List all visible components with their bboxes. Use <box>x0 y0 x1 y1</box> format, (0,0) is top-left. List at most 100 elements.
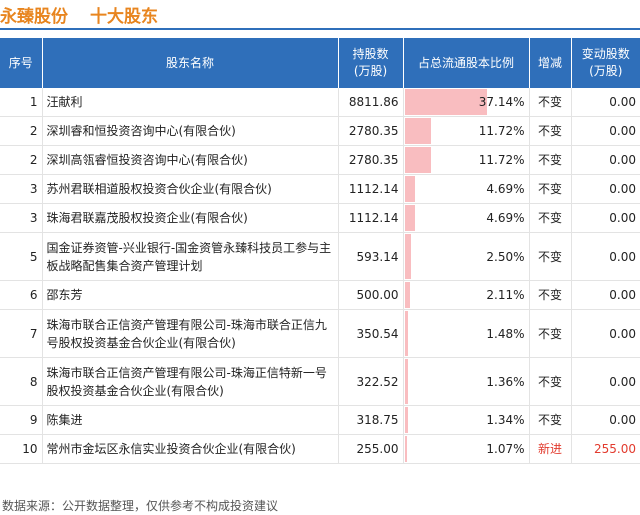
cell-ratio: 1.34% <box>403 405 530 435</box>
ratio-bar <box>404 147 431 173</box>
ratio-bar <box>404 118 431 144</box>
table-row: 1 汪献利 8811.86 37.14% 不变 0.00 <box>0 88 640 117</box>
cell-change: 新进 <box>529 434 572 464</box>
col-header-shares: 持股数 (万股) <box>338 38 404 88</box>
col-header-rank: 序号 <box>0 38 43 88</box>
cell-ratio: 4.69% <box>403 203 530 233</box>
cell-rank: 5 <box>0 232 43 281</box>
cell-change: 不变 <box>529 116 572 146</box>
cell-change: 不变 <box>529 145 572 175</box>
data-source-note: 数据来源：公开数据整理，仅供参考不构成投资建议 <box>2 499 279 513</box>
page-subtitle: 十大股东 <box>90 7 158 27</box>
cell-shareholder-name: 邵东芳 <box>42 280 339 310</box>
ratio-value: 2.11% <box>486 288 525 302</box>
cell-rank: 3 <box>0 203 43 233</box>
cell-change: 不变 <box>529 357 572 406</box>
table-row: 8 珠海市联合正信资产管理有限公司-珠海正信特新一号股权投资基金合伙企业(有限合伙… <box>0 357 640 406</box>
col-header-delta-line2: (万股) <box>589 64 623 78</box>
table-row: 3 珠海君联嘉茂股权投资企业(有限合伙) 1112.14 4.69% 不变 0.00 <box>0 203 640 233</box>
ratio-value: 1.34% <box>486 413 525 427</box>
cell-rank: 8 <box>0 357 43 406</box>
cell-rank: 2 <box>0 116 43 146</box>
table-row: 10 常州市金坛区永信实业投资合伙企业(有限合伙) 255.00 1.07% 新进 255… <box>0 434 640 464</box>
cell-ratio: 11.72% <box>403 116 530 146</box>
cell-rank: 1 <box>0 88 43 117</box>
cell-delta: 0.00 <box>571 309 640 358</box>
cell-ratio: 1.36% <box>403 357 530 406</box>
cell-change: 不变 <box>529 88 572 117</box>
ratio-bar <box>404 311 408 356</box>
col-header-ratio: 占总流通股本比例 <box>403 38 530 88</box>
cell-shares: 593.14 <box>338 232 404 281</box>
col-header-delta: 变动股数 (万股) <box>571 38 640 88</box>
cell-ratio: 11.72% <box>403 145 530 175</box>
cell-delta: 0.00 <box>571 357 640 406</box>
cell-rank: 7 <box>0 309 43 358</box>
cell-shareholder-name: 深圳睿和恒投资咨询中心(有限合伙) <box>42 116 339 146</box>
cell-shareholder-name: 珠海君联嘉茂股权投资企业(有限合伙) <box>42 203 339 233</box>
table-row: 7 珠海市联合正信资产管理有限公司-珠海市联合正信九号股权投资基金合伙企业(有限合… <box>0 309 640 358</box>
cell-delta: 0.00 <box>571 174 640 204</box>
cell-shares: 2780.35 <box>338 116 404 146</box>
cell-delta: 255.00 <box>571 434 640 464</box>
cell-shares: 8811.86 <box>338 88 404 117</box>
cell-change: 不变 <box>529 405 572 435</box>
cell-delta: 0.00 <box>571 145 640 175</box>
cell-delta: 0.00 <box>571 88 640 117</box>
cell-delta: 0.00 <box>571 203 640 233</box>
table-row: 6 邵东芳 500.00 2.11% 不变 0.00 <box>0 280 640 310</box>
table-row: 2 深圳睿和恒投资咨询中心(有限合伙) 2780.35 11.72% 不变 0.00 <box>0 116 640 146</box>
cell-delta: 0.00 <box>571 405 640 435</box>
cell-ratio: 1.07% <box>403 434 530 464</box>
cell-rank: 6 <box>0 280 43 310</box>
cell-rank: 2 <box>0 145 43 175</box>
cell-change: 不变 <box>529 203 572 233</box>
cell-shareholder-name: 陈集进 <box>42 405 339 435</box>
cell-shareholder-name: 国金证券资管-兴业银行-国金资管永臻科技员工参与主板战略配售集合资产管理计划 <box>42 232 339 281</box>
cell-delta: 0.00 <box>571 116 640 146</box>
cell-shareholder-name: 深圳高瓴睿恒投资咨询中心(有限合伙) <box>42 145 339 175</box>
ratio-bar <box>404 89 487 115</box>
cell-shares: 500.00 <box>338 280 404 310</box>
ratio-value: 4.69% <box>486 211 525 225</box>
cell-shares: 322.52 <box>338 357 404 406</box>
col-header-delta-line1: 变动股数 <box>581 47 630 61</box>
ratio-value: 11.72% <box>478 153 525 167</box>
cell-shareholder-name: 汪献利 <box>42 88 339 117</box>
table-row: 5 国金证券资管-兴业银行-国金资管永臻科技员工参与主板战略配售集合资产管理计划 5… <box>0 232 640 281</box>
ratio-value: 1.36% <box>486 374 525 389</box>
col-header-shares-line2: (万股) <box>353 64 388 78</box>
cell-delta: 0.00 <box>571 232 640 281</box>
col-header-shares-line1: 持股数 <box>352 47 389 61</box>
ratio-value: 37.14% <box>478 95 525 109</box>
shareholder-table: 序号 股东名称 持股数 (万股) 占总流通股本比例 增减 变动股数 (万股) 1… <box>0 38 640 464</box>
cell-delta: 0.00 <box>571 280 640 310</box>
title-divider <box>0 28 640 30</box>
cell-ratio: 2.50% <box>403 232 530 281</box>
cell-shareholder-name: 珠海市联合正信资产管理有限公司-珠海市联合正信九号股权投资基金合伙企业(有限合伙… <box>42 309 339 358</box>
ratio-value: 2.50% <box>486 249 525 264</box>
cell-shares: 2780.35 <box>338 145 404 175</box>
cell-shares: 255.00 <box>338 434 404 464</box>
ratio-value: 4.69% <box>486 182 525 196</box>
ratio-bar <box>404 282 410 308</box>
ratio-bar <box>404 407 408 433</box>
cell-change: 不变 <box>529 280 572 310</box>
cell-shares: 350.54 <box>338 309 404 358</box>
ratio-bar <box>404 234 411 279</box>
company-name: 永臻股份 <box>0 7 68 27</box>
cell-ratio: 37.14% <box>403 88 530 117</box>
ratio-bar <box>404 176 415 202</box>
table-header-row: 序号 股东名称 持股数 (万股) 占总流通股本比例 增减 变动股数 (万股) <box>0 38 640 88</box>
ratio-bar <box>404 205 415 231</box>
col-header-change: 增减 <box>529 38 572 88</box>
cell-change: 不变 <box>529 309 572 358</box>
cell-shares: 1112.14 <box>338 203 404 233</box>
cell-shareholder-name: 苏州君联相道股权投资合伙企业(有限合伙) <box>42 174 339 204</box>
cell-change: 不变 <box>529 174 572 204</box>
cell-ratio: 2.11% <box>403 280 530 310</box>
cell-rank: 10 <box>0 434 43 464</box>
cell-ratio: 4.69% <box>403 174 530 204</box>
table-row: 9 陈集进 318.75 1.34% 不变 0.00 <box>0 405 640 435</box>
table-row: 2 深圳高瓴睿恒投资咨询中心(有限合伙) 2780.35 11.72% 不变 0.00 <box>0 145 640 175</box>
